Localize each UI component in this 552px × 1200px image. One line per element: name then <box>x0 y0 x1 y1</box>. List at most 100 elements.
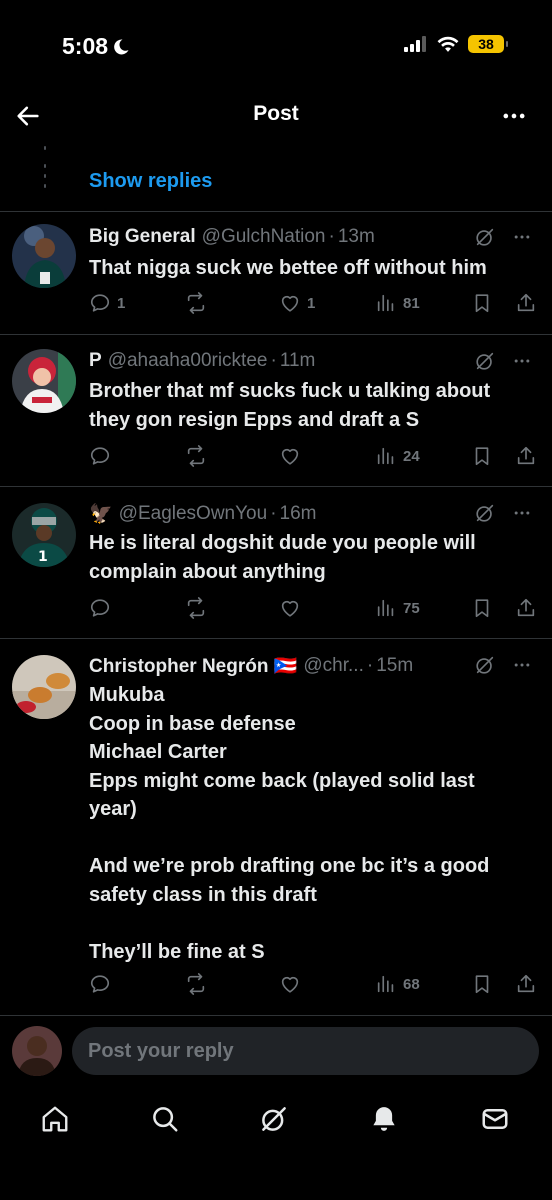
like-icon <box>281 448 299 465</box>
reply-count: 1 <box>117 294 126 312</box>
more-options-icon[interactable] <box>512 351 532 371</box>
bookmark-button[interactable] <box>471 445 493 467</box>
author-name[interactable]: 🦅 <box>89 502 113 526</box>
moon-icon <box>114 38 129 54</box>
reply-input[interactable]: Post your reply <box>72 1027 539 1075</box>
author-handle[interactable]: @chr... <box>303 655 363 677</box>
bookmark-button[interactable] <box>471 973 493 995</box>
more-options-icon[interactable] <box>512 227 532 247</box>
avatar[interactable] <box>12 224 76 288</box>
show-replies-link[interactable]: Show replies <box>89 170 212 193</box>
author-name[interactable]: Big General <box>89 226 196 248</box>
post-time[interactable]: 15m <box>376 655 413 677</box>
messages-icon[interactable] <box>480 1104 510 1134</box>
post-header: Christopher Negrón 🇵🇷 @chr... · 15m <box>89 654 532 678</box>
post-time[interactable]: 11m <box>280 350 316 372</box>
more-options-icon[interactable] <box>512 655 532 675</box>
post-header: P @ahaaha00ricktee · 11m <box>89 350 532 372</box>
like-button[interactable] <box>279 973 307 995</box>
views-count: 24 <box>403 447 420 465</box>
svg-text:1: 1 <box>38 549 48 565</box>
reply-button[interactable]: 1 <box>89 292 125 314</box>
like-button[interactable] <box>279 597 307 619</box>
reply-post[interactable]: Big General @GulchNation · 13m That nigg… <box>0 212 552 335</box>
bookmark-icon <box>475 599 489 618</box>
post-body: That nigga suck we bettee off without hi… <box>89 254 538 283</box>
reply-icon <box>90 447 110 465</box>
reply-composer: Post your reply <box>0 1016 552 1088</box>
like-button[interactable]: 1 <box>279 292 315 314</box>
post-text-line: They’ll be fine at S <box>89 940 265 963</box>
views-count: 81 <box>403 294 420 312</box>
reply-post[interactable]: P @ahaaha00ricktee · 11m Brother that mf… <box>0 335 552 487</box>
post-body: Mukuba Coop in base defense Michael Cart… <box>89 681 538 966</box>
views-count: 75 <box>403 599 420 617</box>
repost-icon <box>187 973 205 995</box>
more-options-icon[interactable] <box>500 102 528 130</box>
notifications-icon[interactable] <box>369 1104 399 1134</box>
bookmark-icon <box>475 294 489 313</box>
reply-button[interactable] <box>89 445 117 467</box>
views-icon <box>377 975 394 993</box>
more-options-icon[interactable] <box>512 503 532 523</box>
like-icon <box>281 295 299 312</box>
views-icon <box>377 294 394 312</box>
repost-button[interactable] <box>185 597 213 619</box>
bottom-tab-bar <box>0 1090 552 1150</box>
share-button[interactable] <box>515 597 537 619</box>
repost-button[interactable] <box>185 973 213 995</box>
post-text-line: Brother that mf sucks fuck u talking abo… <box>89 380 491 402</box>
grok-icon[interactable] <box>474 350 496 372</box>
battery-indicator: 38 <box>468 35 508 53</box>
repost-button[interactable] <box>185 292 213 314</box>
avatar[interactable] <box>12 1026 62 1076</box>
post-time[interactable]: 13m <box>338 226 375 248</box>
cellular-signal-icon <box>404 36 426 52</box>
page-title: Post <box>253 102 299 125</box>
reply-button[interactable] <box>89 973 117 995</box>
post-text-line: And we’re prob drafting one bc it’s a go… <box>89 855 490 877</box>
post-header: Big General @GulchNation · 13m <box>89 226 532 248</box>
share-button[interactable] <box>515 292 537 314</box>
author-name[interactable]: P <box>89 350 102 372</box>
grok-icon[interactable] <box>474 654 496 676</box>
bookmark-icon <box>475 975 489 994</box>
share-button[interactable] <box>515 445 537 467</box>
post-actions: 24 <box>89 445 537 469</box>
share-button[interactable] <box>515 973 537 995</box>
repost-button[interactable] <box>185 445 213 467</box>
views-button[interactable]: 68 <box>375 973 420 995</box>
avatar[interactable] <box>12 655 76 719</box>
avatar[interactable]: 1 <box>12 503 76 567</box>
author-handle[interactable]: @GulchNation <box>202 226 326 248</box>
grok-icon[interactable] <box>474 502 496 524</box>
bookmark-button[interactable] <box>471 292 493 314</box>
like-button[interactable] <box>279 445 307 467</box>
post-text-line: they gon resign Epps and draft a S <box>89 408 420 431</box>
post-actions: 1 1 81 <box>89 292 537 316</box>
status-bar: 5:08 38 <box>0 0 552 90</box>
reply-post[interactable]: Christopher Negrón 🇵🇷 @chr... · 15m Muku… <box>0 639 552 1016</box>
bookmark-button[interactable] <box>471 597 493 619</box>
views-button[interactable]: 81 <box>375 292 420 314</box>
bookmark-icon <box>475 447 489 466</box>
author-handle[interactable]: @ahaaha00ricktee <box>108 350 268 372</box>
post-text-line: That nigga suck we bettee off without hi… <box>89 257 487 279</box>
views-icon <box>377 599 394 617</box>
post-time[interactable]: 16m <box>280 503 317 525</box>
grok-icon[interactable] <box>474 226 496 248</box>
post-header: 🦅 @EaglesOwnYou · 16m <box>89 502 532 526</box>
home-icon[interactable] <box>40 1104 70 1134</box>
reply-post[interactable]: 1 🦅 @EaglesOwnYou · 16m He is literal do… <box>0 487 552 639</box>
search-icon[interactable] <box>150 1104 180 1134</box>
views-button[interactable]: 24 <box>375 445 420 467</box>
avatar[interactable] <box>12 349 76 413</box>
author-handle[interactable]: @EaglesOwnYou <box>119 503 268 525</box>
views-button[interactable]: 75 <box>375 597 420 619</box>
reply-button[interactable] <box>89 597 117 619</box>
share-icon <box>517 293 535 312</box>
grok-icon[interactable] <box>259 1104 289 1134</box>
author-name[interactable]: Christopher Negrón 🇵🇷 <box>89 654 297 678</box>
post-actions: 75 <box>89 597 537 621</box>
post-body: He is literal dogshit dude you people wi… <box>89 529 538 586</box>
